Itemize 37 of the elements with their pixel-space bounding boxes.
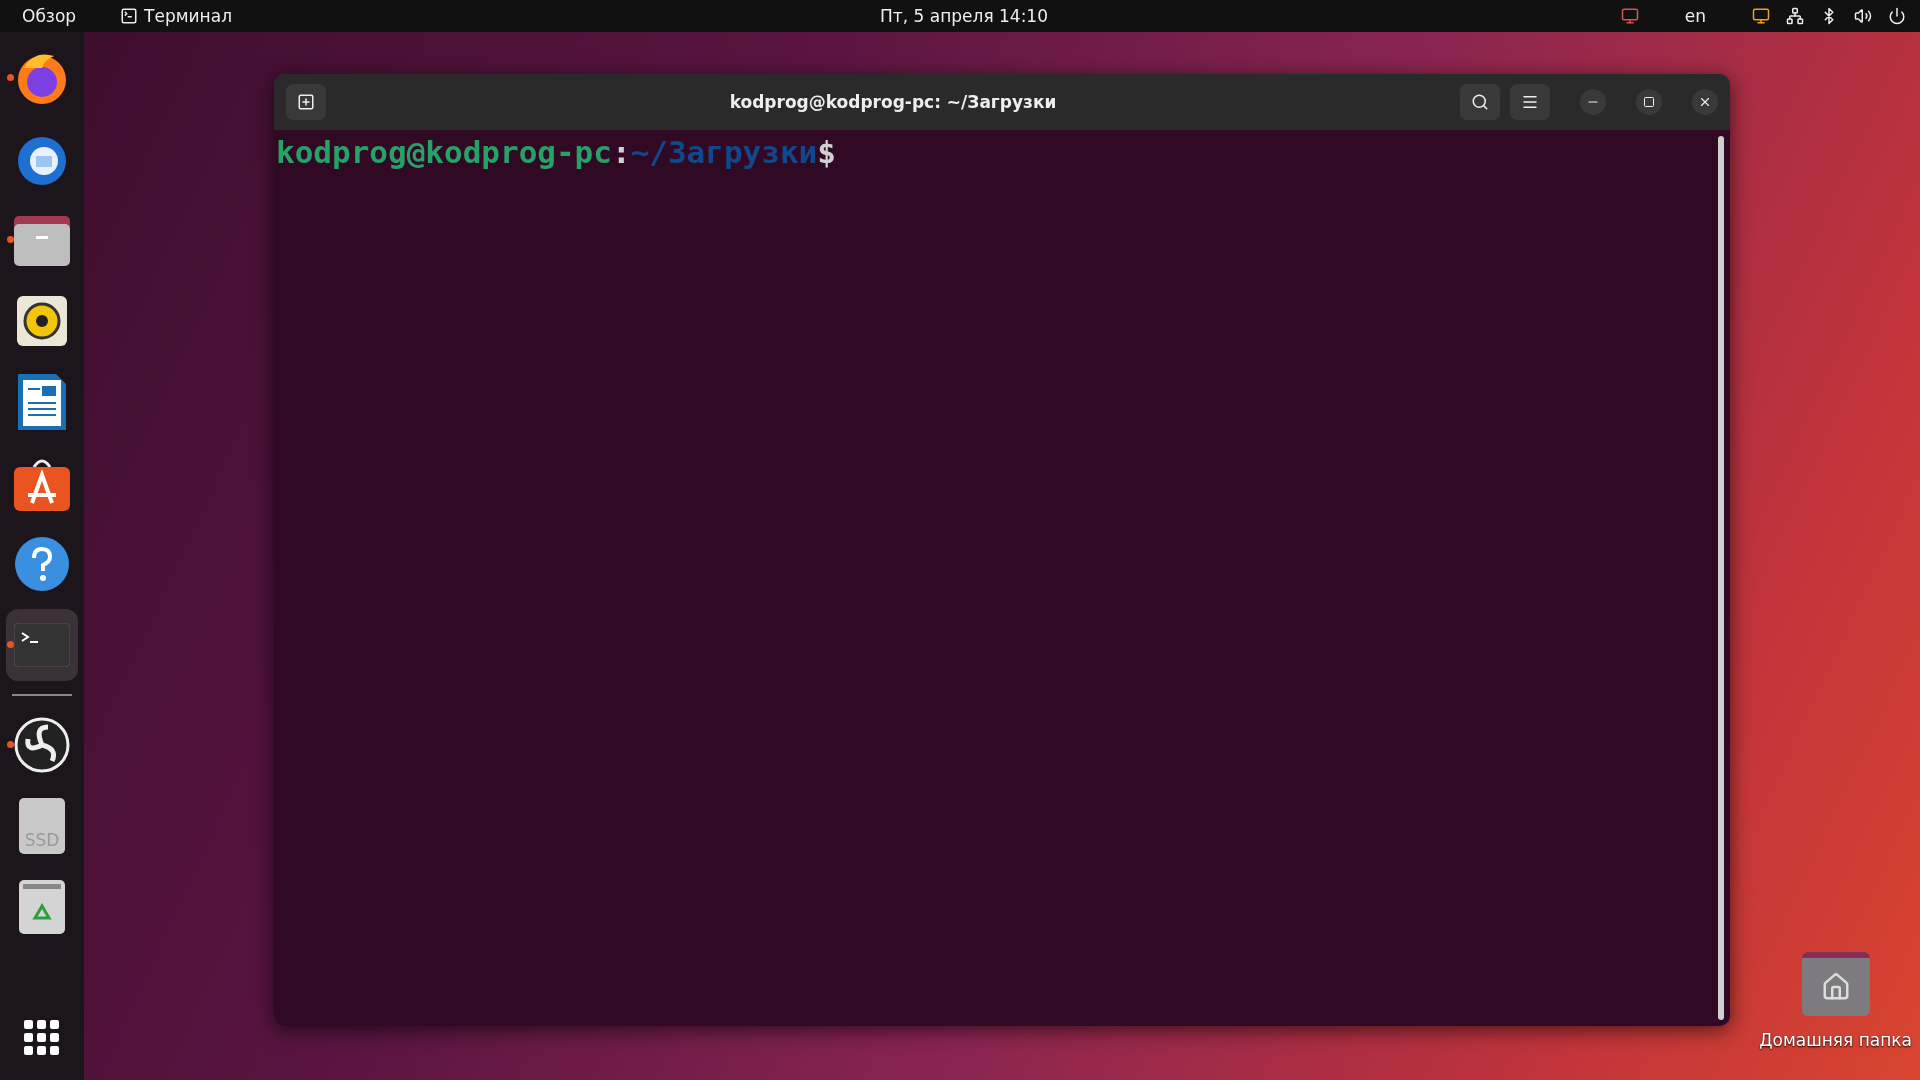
monitor-icon[interactable] (1620, 7, 1639, 25)
keyboard-layout[interactable]: en (1684, 6, 1706, 26)
maximize-icon (1643, 96, 1655, 108)
clock[interactable]: Пт, 5 апреля 14:10 (880, 6, 1048, 26)
prompt-separator: : (611, 134, 631, 170)
terminal-icon (14, 623, 70, 667)
scrollbar[interactable] (1718, 136, 1724, 1020)
plus-icon (297, 93, 315, 111)
obs-logo-icon (14, 717, 70, 773)
home-folder-icon[interactable] (1801, 952, 1870, 1016)
volume-icon[interactable] (1854, 7, 1872, 25)
folder-icon (14, 214, 70, 266)
help-icon (14, 536, 70, 592)
screen-share-icon[interactable] (1752, 7, 1770, 25)
speaker-icon (17, 296, 67, 346)
activities-button[interactable]: Обзор (22, 6, 77, 26)
window-title: kodprog@kodprog-pc: ~/Загрузки (728, 92, 1058, 112)
power-icon[interactable] (1888, 7, 1906, 25)
prompt-symbol: $ (817, 134, 836, 170)
search-button[interactable] (1460, 84, 1500, 120)
maximize-button[interactable] (1636, 89, 1662, 115)
terminal-icon (120, 7, 139, 25)
prompt-user-host: kodprog@kodprog-pc (276, 134, 612, 170)
close-icon (1698, 95, 1712, 109)
desktop-icon-label[interactable]: Домашняя папка (1759, 1030, 1912, 1050)
new-tab-button[interactable] (286, 84, 326, 120)
close-button[interactable] (1692, 89, 1718, 115)
menu-icon (1521, 93, 1539, 111)
menu-button[interactable] (1510, 84, 1550, 120)
app-grid-icon[interactable] (24, 1020, 60, 1056)
trash-icon (19, 880, 65, 934)
minimize-button[interactable] (1580, 89, 1606, 115)
search-icon (1471, 93, 1489, 111)
app-menu[interactable]: Терминал (120, 6, 232, 26)
document-icon (18, 374, 66, 430)
prompt-path: ~/Загрузки (630, 134, 818, 170)
network-icon[interactable] (1786, 7, 1804, 25)
